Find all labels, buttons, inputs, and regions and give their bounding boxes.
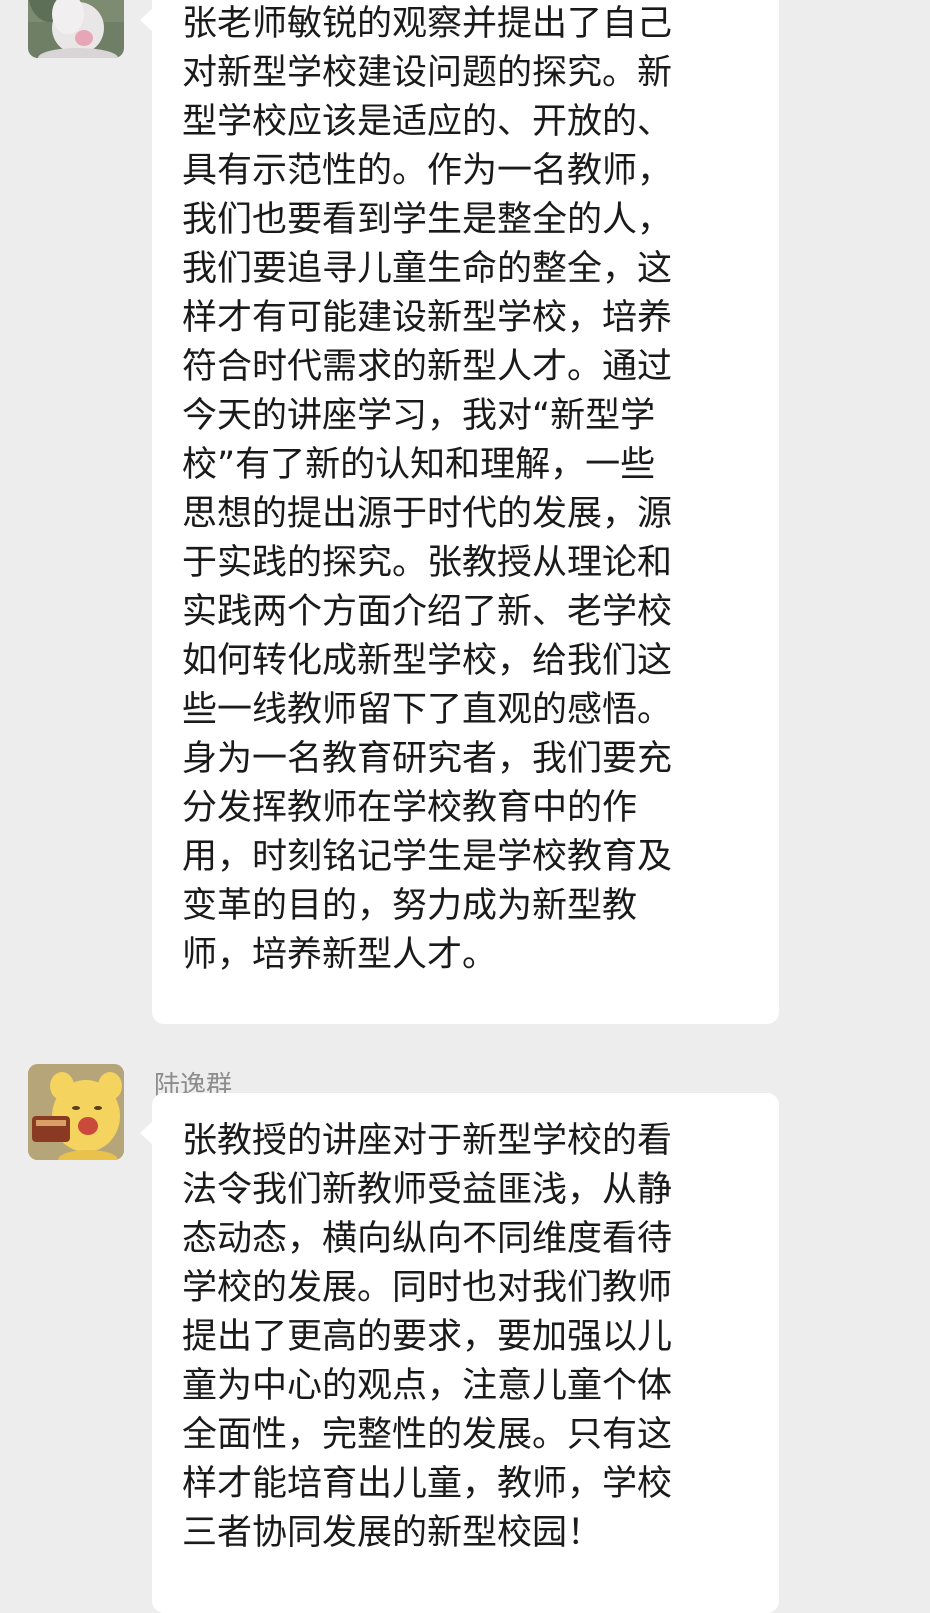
avatar[interactable] xyxy=(28,0,124,58)
message-text: 张老师敏锐的观察并提出了自己 对新型学校建设问题的探究。新 型学校应该是适应的、… xyxy=(182,4,673,975)
message-bubble[interactable]: 张老师敏锐的观察并提出了自己 对新型学校建设问题的探究。新 型学校应该是适应的、… xyxy=(140,0,779,1024)
message-bubble[interactable]: 张教授的讲座对于新型学校的看 法令我们新教师受益匪浅，从静 态动态，横向纵向不同… xyxy=(140,1093,779,1613)
white-stuffed-toy-avatar-icon xyxy=(28,0,124,58)
avatar[interactable] xyxy=(28,1064,124,1160)
message-text: 张教授的讲座对于新型学校的看 法令我们新教师受益匪浅，从静 态动态，横向纵向不同… xyxy=(182,1121,673,1553)
yellow-cartoon-creature-avatar-icon xyxy=(28,1064,124,1160)
